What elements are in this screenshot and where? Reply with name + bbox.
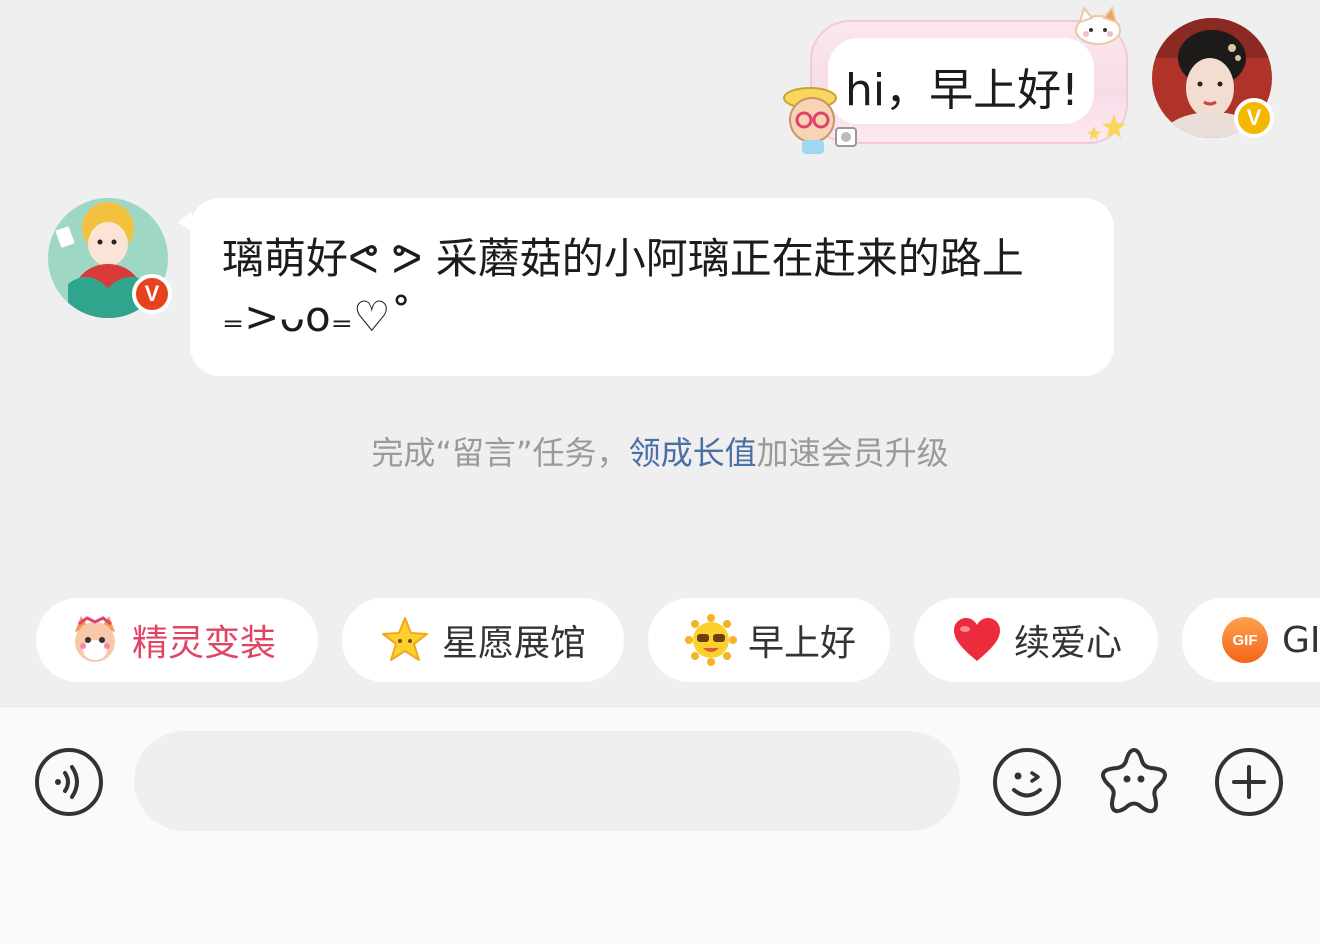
- quick-reply-label: 续爱心: [1014, 623, 1123, 664]
- sun-face-icon: [682, 611, 740, 669]
- message-input[interactable]: [134, 731, 960, 831]
- cat-sticker-icon: [1075, 6, 1121, 45]
- quick-reply-good-morning[interactable]: 早上好: [648, 598, 890, 682]
- quick-reply-sprite-dressup[interactable]: 精灵变装: [36, 598, 318, 682]
- plus-icon[interactable]: [1214, 747, 1284, 817]
- heart-icon: [948, 611, 1006, 669]
- quick-reply-label: GI: [1282, 619, 1320, 661]
- input-bar: [0, 706, 1320, 944]
- fox-sprite-icon: [66, 611, 124, 669]
- my-avatar[interactable]: V: [1152, 18, 1274, 138]
- quick-reply-bar: 精灵变装 星愿展馆 早上好 续爱心 GIF GI: [0, 598, 1320, 684]
- star-icon: [376, 611, 434, 669]
- sparkle-icon: [1087, 114, 1126, 140]
- quick-reply-label: 精灵变装: [132, 623, 277, 664]
- chat-area: hi，早上好! V V 璃萌好ᕙ ᕗ 采蘑菇的小阿璃正在赶来的路上₌>ᴗo₌♡˚…: [0, 0, 1320, 706]
- tip-prefix: 完成“留言”任务，: [371, 434, 629, 472]
- voice-input-icon[interactable]: [34, 747, 104, 817]
- tip-suffix: 加速会员升级: [756, 434, 949, 472]
- star-sticker-icon[interactable]: [1099, 745, 1169, 815]
- incoming-message-text: 璃萌好ᕙ ᕗ 采蘑菇的小阿璃正在赶来的路上₌>ᴗo₌♡˚: [222, 234, 1024, 341]
- quick-reply-star-gallery[interactable]: 星愿展馆: [342, 598, 624, 682]
- task-tip: 完成“留言”任务，领成长值加速会员升级: [0, 428, 1320, 474]
- quick-reply-continue-love[interactable]: 续爱心: [914, 598, 1158, 682]
- gif-icon: GIF: [1216, 611, 1274, 669]
- quick-reply-label: 早上好: [748, 623, 857, 664]
- quick-reply-label: 星愿展馆: [442, 623, 587, 664]
- gif-badge: GIF: [1222, 617, 1268, 663]
- sender-avatar[interactable]: V: [48, 198, 172, 318]
- incoming-message-bubble[interactable]: 璃萌好ᕙ ᕗ 采蘑菇的小阿璃正在赶来的路上₌>ᴗo₌♡˚: [178, 198, 1114, 376]
- emoji-icon[interactable]: [992, 747, 1062, 817]
- quick-reply-gif[interactable]: GIF GI: [1182, 598, 1320, 682]
- tip-link[interactable]: 领成长值: [629, 434, 757, 472]
- outgoing-message-bubble[interactable]: hi，早上好!: [780, 6, 1130, 156]
- verified-badge: V: [132, 274, 172, 314]
- outgoing-message-text: hi，早上好!: [845, 65, 1079, 116]
- verified-badge: V: [1234, 98, 1274, 138]
